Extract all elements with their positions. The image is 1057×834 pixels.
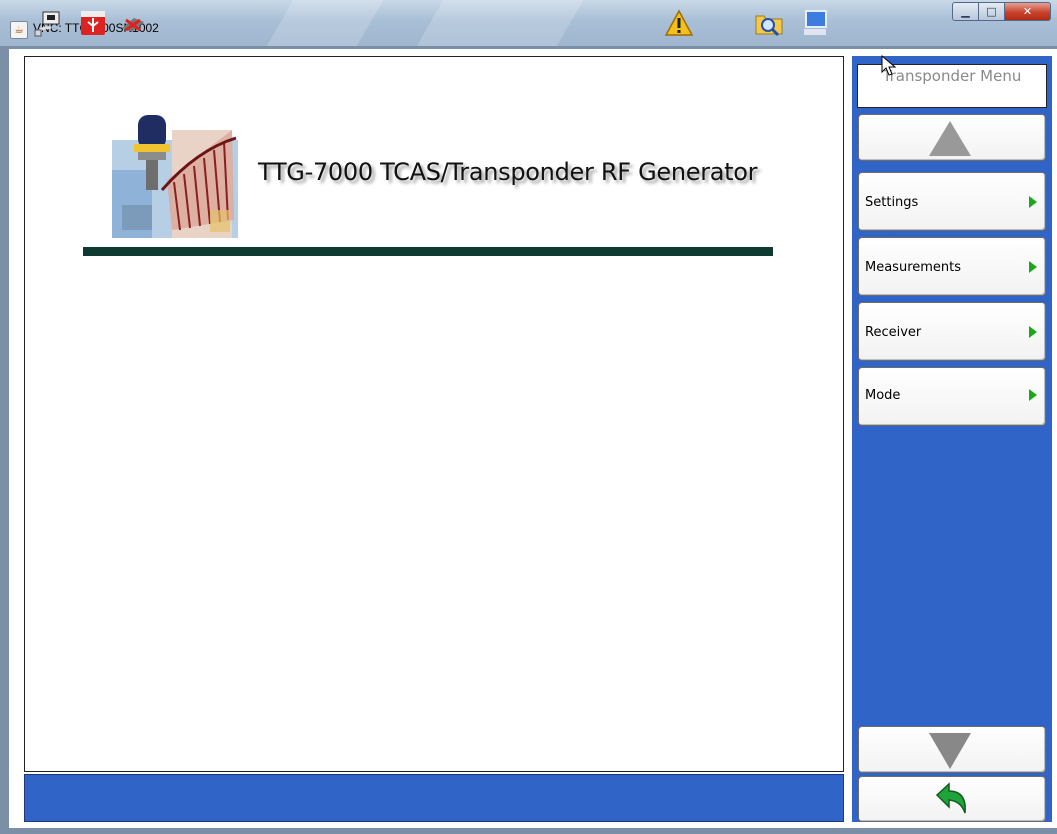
chevron-right-icon <box>1029 196 1037 208</box>
tower-antenna-logo-icon <box>112 115 238 238</box>
arrow-up-icon <box>929 121 971 156</box>
usb-icon[interactable] <box>78 8 108 38</box>
arrow-down-icon <box>929 733 971 769</box>
side-menu-panel <box>852 56 1052 822</box>
network-icon[interactable] <box>33 8 63 38</box>
header-divider <box>83 247 773 256</box>
menu-item-receiver[interactable]: Receiver <box>858 302 1046 361</box>
back-button[interactable] <box>858 776 1046 822</box>
maximize-button[interactable]: □ <box>979 2 1005 21</box>
menu-item-label: Measurements <box>865 260 962 275</box>
menu-item-label: Settings <box>865 195 919 210</box>
gps-icon[interactable] <box>118 8 148 38</box>
java-app-icon: ☕ <box>10 21 28 39</box>
menu-item-mode[interactable]: Mode <box>858 367 1046 426</box>
chevron-right-icon <box>1029 326 1037 338</box>
window-controls: ▁ □ ✕ <box>952 2 1051 21</box>
close-button[interactable]: ✕ <box>1005 2 1051 21</box>
menu-item-label: Mode <box>865 388 901 403</box>
warning-icon[interactable] <box>664 8 694 38</box>
chevron-right-icon <box>1029 261 1037 273</box>
menu-item-measurements[interactable]: Measurements <box>858 237 1046 296</box>
menu-item-label: Receiver <box>865 325 922 340</box>
minimize-button[interactable]: ▁ <box>952 2 979 21</box>
folder-search-icon[interactable] <box>754 8 784 38</box>
chevron-right-icon <box>1029 389 1037 401</box>
mouse-cursor-icon <box>881 55 897 76</box>
product-title: TTG-7000 TCAS/Transponder RF Generator <box>258 158 758 186</box>
menu-item-settings[interactable]: Settings <box>858 172 1046 231</box>
window-titlebar[interactable]: ☕ VNC: TTG7000SN1002 ▁ □ ✕ <box>0 0 1057 46</box>
back-arrow-icon <box>935 782 966 814</box>
computer-icon[interactable] <box>800 8 830 38</box>
status-bar <box>24 774 844 822</box>
